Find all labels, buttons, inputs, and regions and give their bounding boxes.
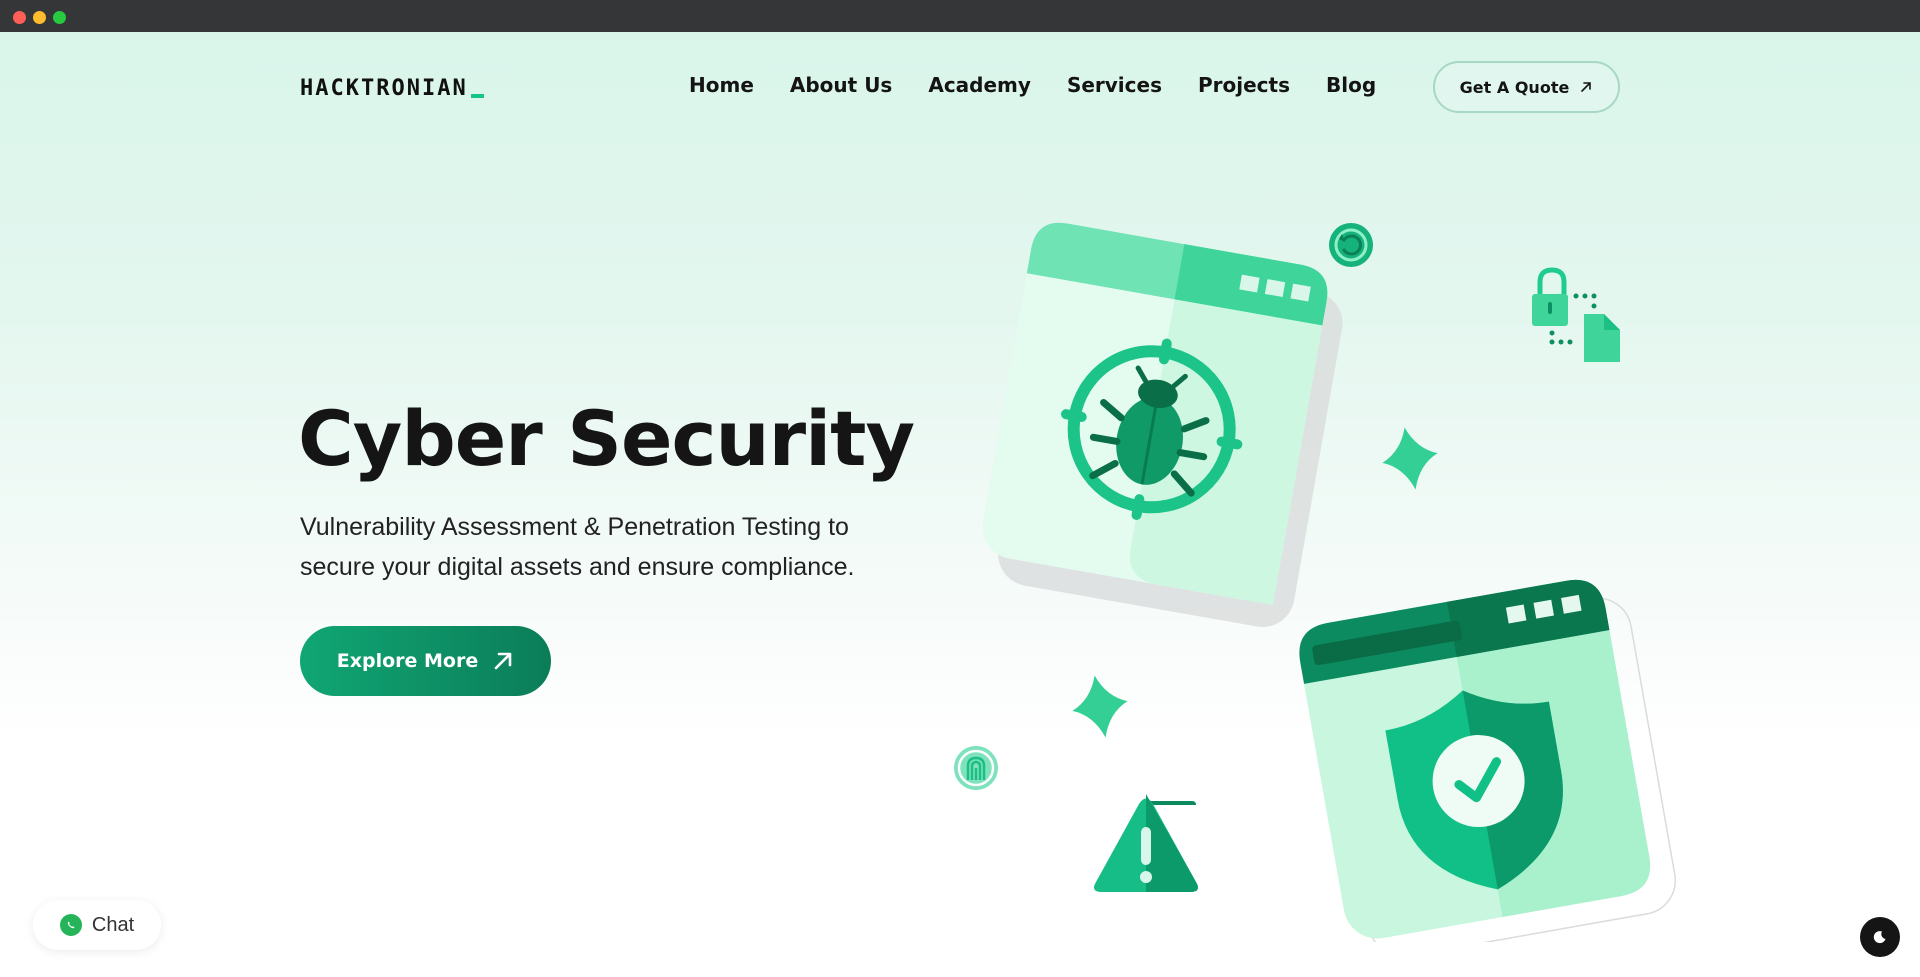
maximize-window-button[interactable] (53, 11, 66, 24)
logo-cursor (470, 94, 484, 98)
hero-subtitle: Vulnerability Assessment & Penetration T… (300, 513, 855, 581)
explore-more-button[interactable]: Explore More (300, 626, 551, 696)
window-titlebar (0, 0, 1920, 32)
hero-title: Cyber Security (298, 394, 915, 483)
arrow-up-right-icon (494, 652, 512, 670)
close-window-button[interactable] (13, 11, 26, 24)
get-a-quote-button[interactable]: Get A Quote (1433, 61, 1620, 113)
hero-illustration (940, 172, 1680, 942)
theme-toggle-button[interactable] (1860, 917, 1900, 957)
chat-label: Chat (91, 913, 135, 936)
explore-more-label: Explore More (336, 650, 479, 672)
nav-projects[interactable]: Projects (1198, 73, 1290, 97)
moon-icon (1873, 931, 1886, 944)
refresh-icon (1329, 223, 1373, 267)
shield-check-window-icon (1299, 579, 1677, 942)
logo[interactable]: HACKTRONIAN (300, 76, 484, 101)
nav-services[interactable]: Services (1067, 73, 1162, 97)
nav-about-us[interactable]: About Us (790, 73, 892, 97)
nav-blog[interactable]: Blog (1326, 73, 1376, 97)
nav-academy[interactable]: Academy (928, 73, 1031, 97)
logo-text: HACKTRONIAN (300, 76, 468, 101)
page: HACKTRONIAN Home About Us Academy Servic… (0, 32, 1920, 977)
whatsapp-icon (59, 914, 82, 936)
minimize-window-button[interactable] (33, 11, 46, 24)
sparkle-icon (1382, 427, 1438, 490)
bug-target-window-icon (982, 222, 1343, 628)
warning-icon (1094, 794, 1198, 892)
sparkle-icon (1072, 675, 1128, 738)
main-nav: Home About Us Academy Services Projects … (689, 73, 1376, 97)
lock-document-icon (1532, 267, 1620, 362)
fingerprint-icon (954, 746, 998, 790)
nav-home[interactable]: Home (689, 73, 754, 97)
arrow-up-right-icon (1581, 82, 1592, 92)
chat-widget-button[interactable]: Chat (33, 900, 161, 950)
get-a-quote-label: Get A Quote (1459, 77, 1570, 97)
